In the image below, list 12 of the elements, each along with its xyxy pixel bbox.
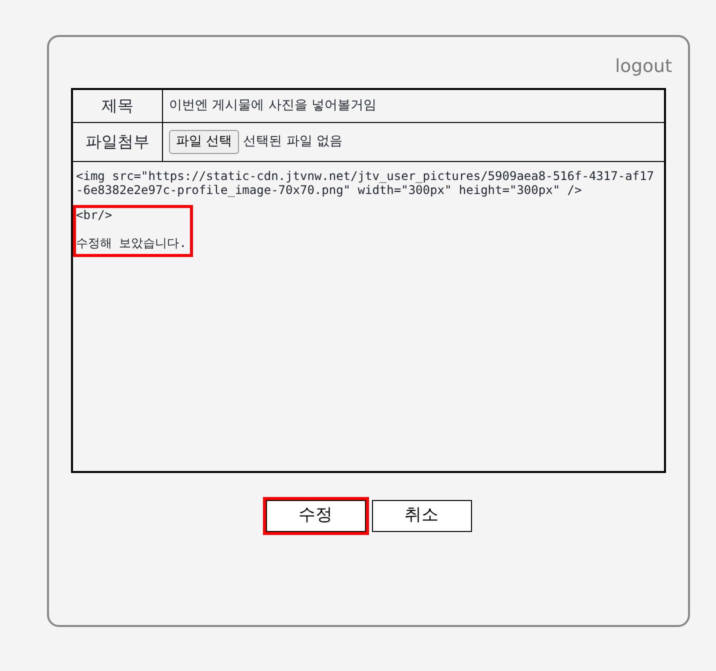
title-value: 이번엔 게시물에 사진을 넣어볼거임: [169, 97, 376, 116]
field-label: 제목: [73, 90, 163, 122]
logout-link[interactable]: logout: [615, 53, 672, 80]
file-select-button[interactable]: 파일 선택: [169, 130, 240, 154]
content-line: <img src="https://static-cdn.jtvnw.net/jtv_user_pictures/5909aea8-516f-4317-af17-6e8382e2e97c-profile_image-70x70.png" width="300px" height="300px" />: [76, 169, 655, 197]
content-line: <br/>: [76, 208, 114, 222]
field-label: 파일첨부: [73, 123, 163, 161]
content-field[interactable]: <img src="https://static-cdn.jtvnw.net/jtv_user_pictures/5909aea8-516f-4317-af17-6e8382e2e97c-profile_image-70x70.png" width="300px" height="300px" /> <br/> 수정해 보았습니다.: [73, 162, 664, 471]
form-button[interactable]: 수정: [266, 500, 366, 532]
form-button[interactable]: 취소: [372, 500, 472, 532]
content-line: 수정해 보았습니다.: [76, 236, 186, 250]
file-status-text: 선택된 파일 없음: [243, 133, 342, 152]
